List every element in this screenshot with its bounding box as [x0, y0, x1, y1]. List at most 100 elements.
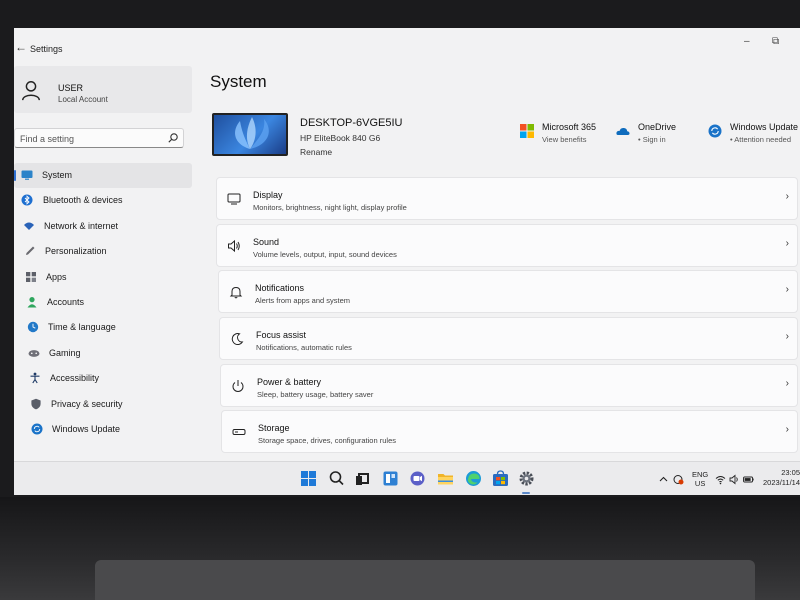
- settings-card-power-battery[interactable]: Power & battery Sleep, battery usage, ba…: [220, 364, 798, 407]
- search-box[interactable]: [14, 128, 184, 148]
- power-icon: [232, 380, 244, 392]
- settings-card-focus-assist[interactable]: Focus assist Notifications, automatic ru…: [219, 317, 798, 360]
- sidebar-item-system[interactable]: System: [14, 163, 192, 189]
- sidebar-item-label: Gaming: [49, 347, 81, 358]
- store-icon[interactable]: [492, 470, 509, 487]
- chevron-right-icon: ›: [785, 424, 789, 435]
- quick-link-subtitle: • Attention needed: [730, 135, 792, 144]
- device-name: DESKTOP-6VGE5IU: [300, 117, 403, 129]
- clock-time: 23:05: [781, 468, 800, 477]
- card-subtitle: Notifications, automatic rules: [256, 343, 352, 352]
- clock-date: 2023/11/14: [763, 478, 800, 487]
- shield-icon: [31, 398, 41, 409]
- settings-card-storage[interactable]: Storage Storage space, drives, configura…: [221, 410, 798, 453]
- card-title: Sound: [253, 237, 280, 247]
- quick-link-title: Microsoft 365: [542, 122, 597, 132]
- active-app-indicator: [522, 492, 530, 494]
- user-avatar-icon: [22, 81, 40, 101]
- chevron-right-icon: ›: [785, 238, 789, 249]
- app-title: Settings: [30, 44, 63, 54]
- card-title: Notifications: [255, 283, 305, 293]
- page-title: System: [210, 72, 267, 91]
- controller-icon: [28, 349, 40, 357]
- widgets-icon[interactable]: [382, 470, 399, 487]
- windows-start-icon[interactable]: [300, 470, 317, 487]
- task-view-icon[interactable]: [355, 470, 372, 487]
- settings-card-sound[interactable]: Sound Volume levels, output, input, soun…: [216, 224, 798, 267]
- settings-card-notifications[interactable]: Notifications Alerts from apps and syste…: [218, 270, 798, 313]
- sidebar-item-label: System: [42, 170, 73, 180]
- onedrive-icon: [616, 127, 630, 135]
- chevron-right-icon: ›: [785, 378, 789, 389]
- sidebar-item-label: Accessibility: [50, 373, 100, 384]
- chevron-right-icon: ›: [785, 284, 789, 295]
- windows-update-icon: [708, 124, 722, 138]
- sidebar-item-personalization[interactable]: Personalization: [14, 239, 192, 264]
- globe-clock-icon: [27, 322, 39, 333]
- volume-icon[interactable]: [729, 474, 740, 485]
- maximize-button[interactable]: ⧉: [772, 36, 779, 47]
- windows-bloom-icon: [235, 117, 269, 149]
- security-alert-icon[interactable]: [673, 474, 684, 485]
- quick-link-subtitle: • Sign in: [638, 135, 666, 144]
- user-name: USER: [58, 83, 84, 93]
- clock[interactable]: 23:05 2023/11/14: [754, 468, 800, 488]
- sidebar-item-privacy-security[interactable]: Privacy & security: [14, 392, 192, 417]
- bell-icon: [229, 286, 243, 299]
- sidebar-item-accounts[interactable]: Accounts: [14, 290, 192, 315]
- search-input[interactable]: [20, 132, 160, 145]
- settings-gear-icon[interactable]: [518, 470, 535, 487]
- card-title: Storage: [258, 423, 290, 433]
- sidebar-item-label: Personalization: [45, 246, 107, 257]
- card-subtitle: Storage space, drives, configuration rul…: [258, 436, 396, 445]
- monitor-icon: [21, 170, 33, 180]
- teams-chat-icon[interactable]: [409, 470, 426, 487]
- card-subtitle: Sleep, battery usage, battery saver: [257, 390, 374, 399]
- settings-window: ← Settings – ⧉ USER Local Account System…: [14, 28, 800, 495]
- card-title: Focus assist: [256, 330, 307, 340]
- title-bar: ← Settings – ⧉: [14, 28, 800, 64]
- sidebar-item-apps[interactable]: Apps: [14, 265, 192, 290]
- sidebar-item-label: Apps: [46, 271, 67, 282]
- chevron-right-icon: ›: [785, 331, 789, 342]
- quick-link-title: Windows Update: [730, 122, 799, 132]
- card-title: Power & battery: [257, 377, 322, 387]
- sidebar-item-accessibility[interactable]: Accessibility: [14, 366, 192, 391]
- speaker-icon: [228, 239, 240, 253]
- taskbar: ENG US 23:05 2023/11/14: [14, 461, 800, 495]
- rename-link[interactable]: Rename: [300, 147, 332, 157]
- battery-icon[interactable]: [743, 474, 754, 485]
- edge-icon[interactable]: [465, 470, 482, 487]
- search-icon[interactable]: [328, 470, 345, 487]
- sidebar-item-time-language[interactable]: Time & language: [14, 315, 192, 340]
- quick-link-subtitle: View benefits: [542, 135, 587, 144]
- wifi-icon[interactable]: [715, 474, 726, 485]
- sidebar-item-label: Network & internet: [44, 220, 119, 231]
- sidebar-item-network[interactable]: Network & internet: [14, 214, 192, 239]
- card-subtitle: Monitors, brightness, night light, displ…: [253, 203, 407, 212]
- device-thumbnail: [212, 113, 288, 156]
- moon-icon: [231, 333, 244, 346]
- card-subtitle: Volume levels, output, input, sound devi…: [253, 250, 397, 259]
- apps-icon: [26, 271, 36, 282]
- accounts-icon: [27, 296, 37, 308]
- sidebar-item-windows-update[interactable]: Windows Update: [14, 417, 192, 442]
- device-model: HP EliteBook 840 G6: [300, 133, 381, 143]
- user-account-type: Local Account: [58, 95, 108, 104]
- back-arrow-icon[interactable]: ←: [14, 40, 28, 54]
- settings-card-display[interactable]: Display Monitors, brightness, night ligh…: [216, 177, 798, 220]
- search-icon[interactable]: [167, 132, 179, 144]
- chevron-up-icon[interactable]: [658, 474, 669, 485]
- microsoft-365-icon: [520, 124, 534, 138]
- bluetooth-icon: [21, 194, 33, 206]
- file-explorer-icon[interactable]: [437, 470, 454, 487]
- sidebar-item-label: Bluetooth & devices: [43, 195, 123, 206]
- user-account-card[interactable]: USER Local Account: [14, 66, 192, 113]
- minimize-button[interactable]: –: [744, 36, 750, 47]
- input-language[interactable]: ENG US: [692, 470, 708, 488]
- sidebar-item-bluetooth[interactable]: Bluetooth & devices: [14, 188, 192, 213]
- storage-icon: [232, 429, 246, 435]
- sidebar-item-gaming[interactable]: Gaming: [14, 341, 192, 366]
- sidebar-nav: System Bluetooth & devices Network & int…: [14, 163, 192, 442]
- laptop-hinge: [95, 560, 755, 600]
